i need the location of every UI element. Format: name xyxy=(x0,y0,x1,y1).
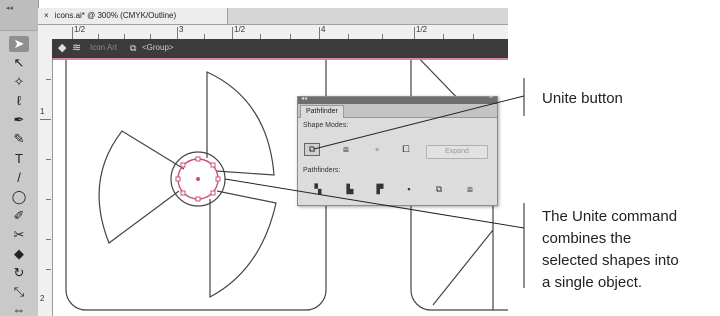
unite-command-callout: The Unite command combines the selected … xyxy=(542,206,679,294)
callout-line: a single object. xyxy=(542,274,643,291)
unite-button-callout: Unite button xyxy=(542,90,623,107)
callout-line: selected shapes into xyxy=(542,252,679,269)
callout-line: combines the xyxy=(542,230,632,247)
command-leader-line xyxy=(224,178,525,229)
callout-line: The Unite command xyxy=(542,208,678,225)
unite-leader-line xyxy=(313,95,525,150)
